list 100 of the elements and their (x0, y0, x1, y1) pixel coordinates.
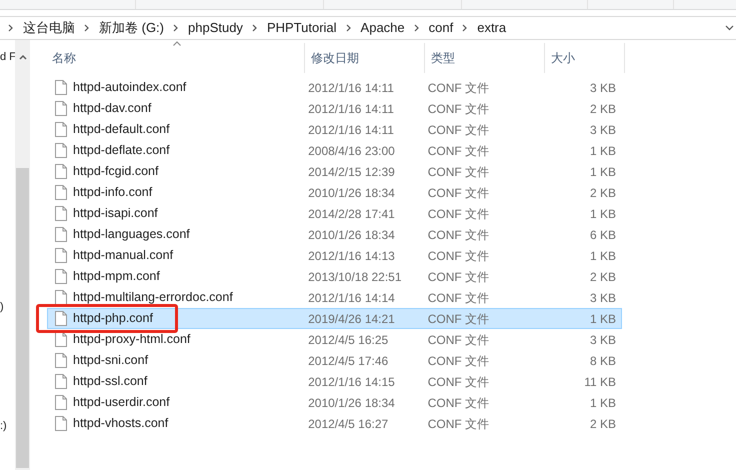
file-row[interactable]: httpd-multilang-errordoc.conf 2012/1/16 14:14 CONF 文件 3 KB (47, 287, 622, 308)
file-icon (55, 269, 67, 284)
file-row[interactable]: httpd-info.conf 2010/1/26 18:34 CONF 文件 2 KB (47, 182, 622, 203)
file-size: 1 KB (589, 310, 618, 328)
modified-date: 2012/1/16 14:11 (307, 80, 395, 96)
file-name: httpd-fcgid.conf (73, 163, 158, 180)
column-header[interactable]: 类型 (425, 43, 545, 73)
breadcrumb-item[interactable]: phpStudy (188, 18, 243, 38)
file-row[interactable]: httpd-isapi.conf 2014/2/28 17:41 CONF 文件 1 KB (47, 203, 622, 224)
modified-date: 2012/1/16 14:15 (307, 374, 396, 390)
file-name: httpd-isapi.conf (73, 205, 158, 222)
chevron-right-icon (84, 24, 90, 32)
file-icon (55, 143, 67, 158)
file-size: 1 KB (589, 248, 618, 264)
file-row[interactable]: httpd-dav.conf 2012/1/16 14:11 CONF 文件 2 KB (47, 98, 622, 119)
file-size: 3 KB (589, 80, 618, 96)
file-icon (55, 227, 67, 242)
nav-item[interactable]: d F (0, 50, 15, 64)
file-size: 2 KB (589, 100, 618, 118)
scroll-up-icon[interactable] (18, 54, 26, 60)
file-icon (55, 374, 67, 389)
modified-date: 2012/4/5 17:46 (307, 352, 390, 370)
file-name: httpd-deflate.conf (73, 142, 170, 160)
chevron-right-icon (462, 24, 468, 32)
breadcrumb-item[interactable]: conf (428, 18, 454, 38)
nav-item[interactable]: :) (0, 419, 15, 433)
file-icon (55, 311, 67, 326)
file-row[interactable]: httpd-proxy-html.conf 2012/4/5 16:25 CONF 文件 3 KB (47, 329, 622, 350)
file-size: 8 KB (589, 352, 618, 370)
modified-date: 2014/2/15 12:39 (307, 164, 396, 180)
address-bar[interactable]: 这台电脑 新加卷 (G:) phpStudy PHPTutorial Apache conf extra (0, 16, 736, 40)
file-name: httpd-autoindex.conf (73, 79, 186, 96)
column-header[interactable]: 名称 (50, 43, 305, 73)
file-row[interactable]: httpd-ssl.conf 2012/1/16 14:15 CONF 文件 11 KB (47, 371, 622, 392)
file-icon (55, 80, 67, 95)
file-row[interactable]: httpd-manual.conf 2012/1/16 14:13 CONF 文件 1 KB (47, 245, 622, 266)
file-icon (55, 206, 67, 221)
file-size: 1 KB (589, 164, 618, 180)
file-name: httpd-vhosts.conf (73, 415, 168, 432)
file-icon (55, 248, 67, 263)
file-row[interactable]: httpd-default.conf 2012/1/16 14:11 CONF 文件 3 KB (47, 119, 622, 140)
modified-date: 2012/1/16 14:13 (307, 248, 396, 264)
file-size: 2 KB (589, 416, 618, 432)
scrollbar-thumb[interactable] (16, 168, 29, 468)
file-row[interactable]: httpd-php.conf 2019/4/26 14:21 CONF 文件 1 KB (47, 308, 622, 329)
chevron-right-icon (173, 24, 179, 32)
file-icon (55, 416, 67, 431)
file-type: CONF 文件 (426, 80, 490, 96)
modified-date: 2010/1/26 18:34 (307, 394, 396, 412)
chevron-right-icon (252, 24, 258, 32)
chevron-down-icon[interactable] (725, 25, 734, 31)
file-type: CONF 文件 (426, 416, 490, 432)
nav-item[interactable]: ) (0, 300, 15, 314)
modified-date: 2010/1/26 18:34 (307, 184, 396, 202)
modified-date: 2012/4/5 16:27 (307, 416, 390, 432)
file-type: CONF 文件 (426, 374, 490, 390)
file-name: httpd-sni.conf (73, 352, 148, 370)
file-row[interactable]: httpd-mpm.conf 2013/10/18 22:51 CONF 文件 2 KB (47, 266, 622, 287)
file-row[interactable]: httpd-deflate.conf 2008/4/16 23:00 CONF 文件 1 KB (47, 140, 622, 161)
file-name: httpd-dav.conf (73, 100, 152, 118)
file-row[interactable]: httpd-autoindex.conf 2012/1/16 14:11 CONF 文件 3 KB (47, 77, 622, 98)
file-row[interactable]: httpd-sni.conf 2012/4/5 17:46 CONF 文件 8 KB (47, 350, 622, 371)
file-name: httpd-default.conf (73, 121, 170, 138)
column-header[interactable]: 大小 (545, 43, 625, 73)
file-row[interactable]: httpd-fcgid.conf 2014/2/15 12:39 CONF 文件 1 KB (47, 161, 622, 182)
file-size: 1 KB (589, 206, 618, 222)
file-name: httpd-languages.conf (73, 226, 190, 244)
column-header[interactable]: 修改日期 (305, 43, 425, 73)
file-row[interactable]: httpd-userdir.conf 2010/1/26 18:34 CONF 文件 1 KB (47, 392, 622, 413)
file-type: CONF 文件 (426, 332, 490, 348)
file-size: 1 KB (589, 394, 618, 412)
file-name: httpd-mpm.conf (73, 268, 160, 286)
file-type: CONF 文件 (426, 310, 490, 328)
file-size: 11 KB (583, 374, 618, 390)
file-type: CONF 文件 (426, 122, 490, 138)
file-size: 3 KB (589, 290, 618, 306)
modified-date: 2012/4/5 16:25 (307, 332, 390, 348)
file-size: 6 KB (589, 226, 618, 244)
breadcrumb-item[interactable]: extra (477, 18, 506, 38)
file-size: 2 KB (589, 268, 618, 286)
chevron-right-icon (346, 24, 352, 32)
breadcrumb-item[interactable]: Apache (360, 18, 405, 38)
breadcrumb-item[interactable]: PHPTutorial (266, 18, 337, 38)
file-name: httpd-ssl.conf (73, 373, 148, 390)
chevron-right-icon (8, 24, 14, 32)
file-type: CONF 文件 (426, 184, 490, 202)
file-icon (55, 353, 67, 368)
breadcrumb-item[interactable]: 这台电脑 (23, 18, 75, 38)
file-type: CONF 文件 (426, 142, 490, 160)
file-type: CONF 文件 (426, 290, 490, 306)
file-name: httpd-userdir.conf (73, 394, 170, 412)
file-name: httpd-info.conf (73, 184, 152, 202)
file-row[interactable]: httpd-vhosts.conf 2012/4/5 16:27 CONF 文件 2 KB (47, 413, 622, 434)
modified-date: 2008/4/16 23:00 (307, 142, 396, 160)
file-type: CONF 文件 (426, 100, 490, 118)
breadcrumb-item[interactable]: 新加卷 (G:) (99, 18, 164, 38)
file-icon (55, 290, 67, 305)
file-size: 3 KB (589, 122, 618, 138)
file-row[interactable]: httpd-languages.conf 2010/1/26 18:34 CONF 文件 6 KB (47, 224, 622, 245)
modified-date: 2012/1/16 14:11 (307, 122, 395, 138)
